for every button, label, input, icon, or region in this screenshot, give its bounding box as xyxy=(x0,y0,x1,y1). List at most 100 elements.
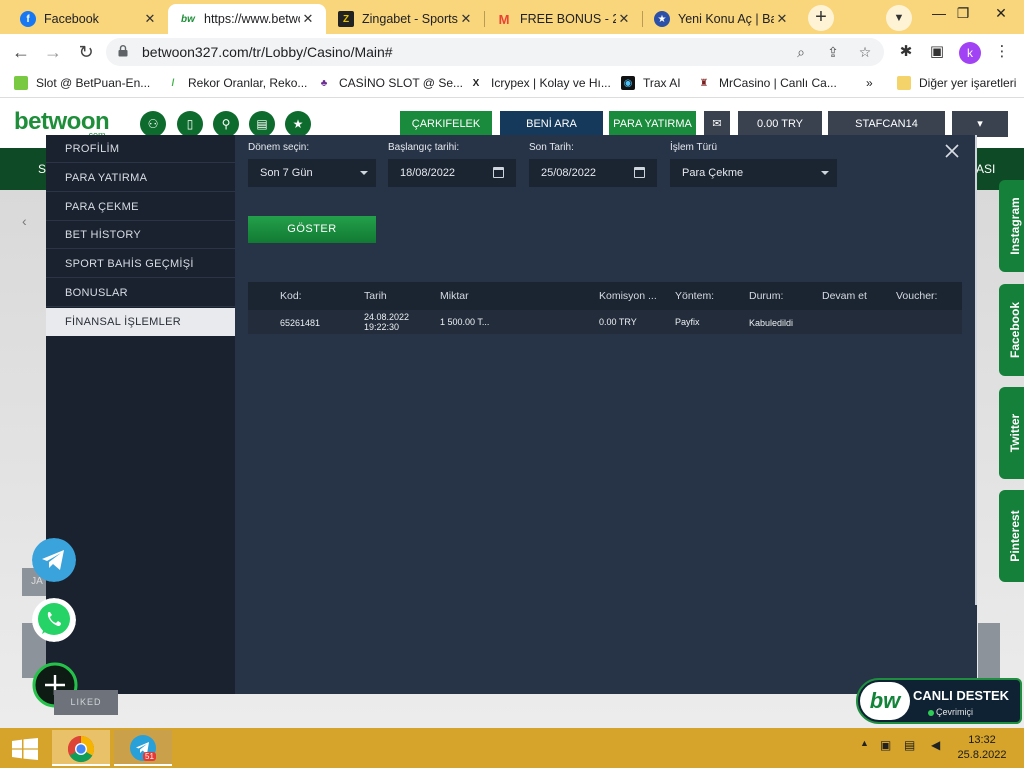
close-tab-icon[interactable]: ✕ xyxy=(142,11,158,27)
cell-status: Kabuledildi xyxy=(749,318,794,328)
bookmark-item[interactable]: ◉ Trax AI xyxy=(621,76,681,90)
close-tab-icon[interactable]: ✕ xyxy=(300,11,316,27)
account-sidebar: PROFİLİM PARA YATIRMA PARA ÇEKME BET HİS… xyxy=(46,135,235,694)
call-me-button[interactable]: BENİ ARA xyxy=(500,111,603,137)
zingabet-icon: Z xyxy=(338,11,354,27)
bookmark-label: CASİNO SLOT @ Se... xyxy=(339,76,463,90)
modal-close-icon[interactable] xyxy=(943,142,961,160)
calendar-icon[interactable] xyxy=(493,167,504,178)
table-row[interactable]: 65261481 24.08.2022 19:22:30 1 500.00 T.… xyxy=(248,310,962,334)
extensions-icon[interactable]: ✱ xyxy=(896,42,916,62)
bookmark-favicon: / xyxy=(171,77,175,89)
tray-expand-icon[interactable]: ▲ xyxy=(860,738,869,748)
bookmark-favicon: ◉ xyxy=(621,76,635,90)
notification-badge: 51 xyxy=(143,752,156,761)
bookmark-item[interactable]: X Icrypex | Kolay ve Hı... xyxy=(469,76,611,90)
bookmark-favicon: X xyxy=(472,77,480,89)
sidebar-item-deposit[interactable]: PARA YATIRMA xyxy=(46,164,235,192)
forward-button[interactable]: → xyxy=(40,39,66,65)
sidebar-item-sport-history[interactable]: SPORT BAHİS GEÇMİŞİ xyxy=(46,250,235,278)
transaction-type-select[interactable]: Para Çekme xyxy=(670,159,837,187)
calendar-icon[interactable] xyxy=(634,167,645,178)
window-close-button[interactable]: ✕ xyxy=(978,0,1024,30)
card-icon[interactable]: ▤ xyxy=(249,111,275,137)
bookmark-item[interactable]: / Rekor Oranlar, Reko... xyxy=(166,76,308,90)
wheel-of-fortune-button[interactable]: ÇARKIFELEK xyxy=(400,111,492,137)
bookmark-item[interactable]: Slot @ BetPuan-En... xyxy=(14,76,150,90)
taskbar-chrome[interactable] xyxy=(52,730,110,766)
modal-scrollbar[interactable] xyxy=(975,135,977,605)
mobile-icon[interactable]: ▯ xyxy=(177,111,203,137)
taskbar-telegram[interactable]: 51 xyxy=(114,730,172,766)
support-title: CANLI DESTEK xyxy=(913,688,1010,703)
start-date-input[interactable]: 18/08/2022 xyxy=(388,159,516,187)
close-tab-icon[interactable]: ✕ xyxy=(774,11,790,27)
lock-icon xyxy=(118,45,128,57)
language-flag-icon[interactable]: ▾ xyxy=(952,111,1008,137)
sidebar-item-financial-transactions[interactable]: FİNANSAL İŞLEMLER xyxy=(46,308,235,336)
start-date-label: Başlangıç tarihi: xyxy=(388,142,460,153)
sidebar-item-withdraw[interactable]: PARA ÇEKME xyxy=(46,193,235,221)
tab-forum[interactable]: ★ Yeni Konu Aç | Bal ✕ xyxy=(642,4,800,34)
transaction-type-label: İşlem Türü xyxy=(670,142,718,153)
reload-button[interactable]: ↻ xyxy=(73,39,99,65)
bookmark-item[interactable]: ♣ CASİNO SLOT @ Se... xyxy=(317,76,463,90)
tab-facebook[interactable]: f Facebook ✕ xyxy=(8,4,168,34)
bookmark-label: Slot @ BetPuan-En... xyxy=(36,76,151,90)
menu-kebab-icon[interactable]: ⋮ xyxy=(992,42,1012,62)
tab-zingabet[interactable]: Z Zingabet - Sports ✕ xyxy=(326,4,484,34)
cell-date: 24.08.2022 xyxy=(364,312,410,322)
clock-time: 13:32 xyxy=(968,734,996,746)
balance-display[interactable]: 0.00 TRY xyxy=(738,111,822,137)
profile-avatar[interactable]: k xyxy=(959,42,981,64)
share-icon[interactable]: ⇪ xyxy=(824,43,842,61)
end-date-input[interactable]: 25/08/2022 xyxy=(529,159,657,187)
zoom-search-icon[interactable]: ⌕ xyxy=(792,43,810,61)
end-date-value: 25/08/2022 xyxy=(541,167,597,179)
whatsapp-icon[interactable] xyxy=(32,598,76,642)
tab-search-button[interactable]: ▼ xyxy=(886,5,912,31)
close-tab-icon[interactable]: ✕ xyxy=(458,11,474,27)
bookmarks-overflow-button[interactable]: » xyxy=(866,76,873,90)
facebook-tab[interactable]: Facebook xyxy=(999,284,1024,376)
bookmark-label: Diğer yer işaretleri xyxy=(919,76,1017,90)
bookmark-item[interactable]: ♜ MrCasino | Canlı Ca... xyxy=(697,76,837,90)
show-button[interactable]: GÖSTER xyxy=(248,216,376,243)
instagram-tab[interactable]: Instagram xyxy=(999,180,1024,272)
browser-toolbar: ← → ↻ betwoon327.com/tr/Lobby/Casino/Mai… xyxy=(0,34,1024,70)
account-modal: PROFİLİM PARA YATIRMA PARA ÇEKME BET HİS… xyxy=(46,135,977,694)
sidebar-item-bonuses[interactable]: BONUSLAR xyxy=(46,279,235,307)
side-panel-icon[interactable]: ▣ xyxy=(927,42,947,62)
cell-commission: 0.00 TRY xyxy=(599,317,637,327)
telegram-icon[interactable] xyxy=(32,538,76,582)
twitter-tab[interactable]: Twitter xyxy=(999,387,1024,479)
mail-icon[interactable]: ✉ xyxy=(704,111,730,137)
volume-icon[interactable]: ◀ xyxy=(931,738,940,752)
new-tab-button[interactable]: + xyxy=(808,5,834,31)
tab-gmail[interactable]: M FREE BONUS - 20 ✕ xyxy=(484,4,642,34)
live-support-widget[interactable]: bw CANLI DESTEK Çevrimiçi xyxy=(856,678,1022,724)
period-select[interactable]: Son 7 Gün xyxy=(248,159,376,187)
system-clock[interactable]: 13:32 25.8.2022 xyxy=(952,733,1012,763)
tab-betwoon[interactable]: bw https://www.betwoon ✕ xyxy=(168,4,326,34)
tab-title: FREE BONUS - 20 xyxy=(520,12,616,26)
sidebar-item-bet-history[interactable]: BET HİSTORY xyxy=(46,221,235,249)
bookmarks-bar: Slot @ BetPuan-En... / Rekor Oranlar, Re… xyxy=(0,70,1024,98)
sidebar-item-profile[interactable]: PROFİLİM xyxy=(46,135,235,163)
windows-start-icon[interactable] xyxy=(12,738,38,760)
facebook-icon: f xyxy=(20,11,36,27)
bookmark-star-icon[interactable]: ☆ xyxy=(856,43,874,61)
runner-icon[interactable]: ⚲ xyxy=(213,111,239,137)
other-bookmarks-folder[interactable]: Diğer yer işaretleri xyxy=(897,76,1016,90)
address-bar[interactable]: betwoon327.com/tr/Lobby/Casino/Main# ⌕ ⇪… xyxy=(106,38,884,66)
tray-app-icon[interactable]: ▣ xyxy=(880,738,891,752)
cell-code: 65261481 xyxy=(280,318,321,328)
handshake-icon[interactable]: ⚇ xyxy=(140,111,166,137)
network-icon[interactable]: ▤ xyxy=(904,738,915,752)
header-deposit-button[interactable]: PARA YATIRMA xyxy=(609,111,696,137)
close-tab-icon[interactable]: ✕ xyxy=(616,11,632,27)
user-menu[interactable]: STAFCAN14 xyxy=(828,111,945,137)
star-icon[interactable]: ★ xyxy=(285,111,311,137)
back-button[interactable]: ← xyxy=(8,39,34,65)
pinterest-tab[interactable]: Pinterest xyxy=(999,490,1024,582)
